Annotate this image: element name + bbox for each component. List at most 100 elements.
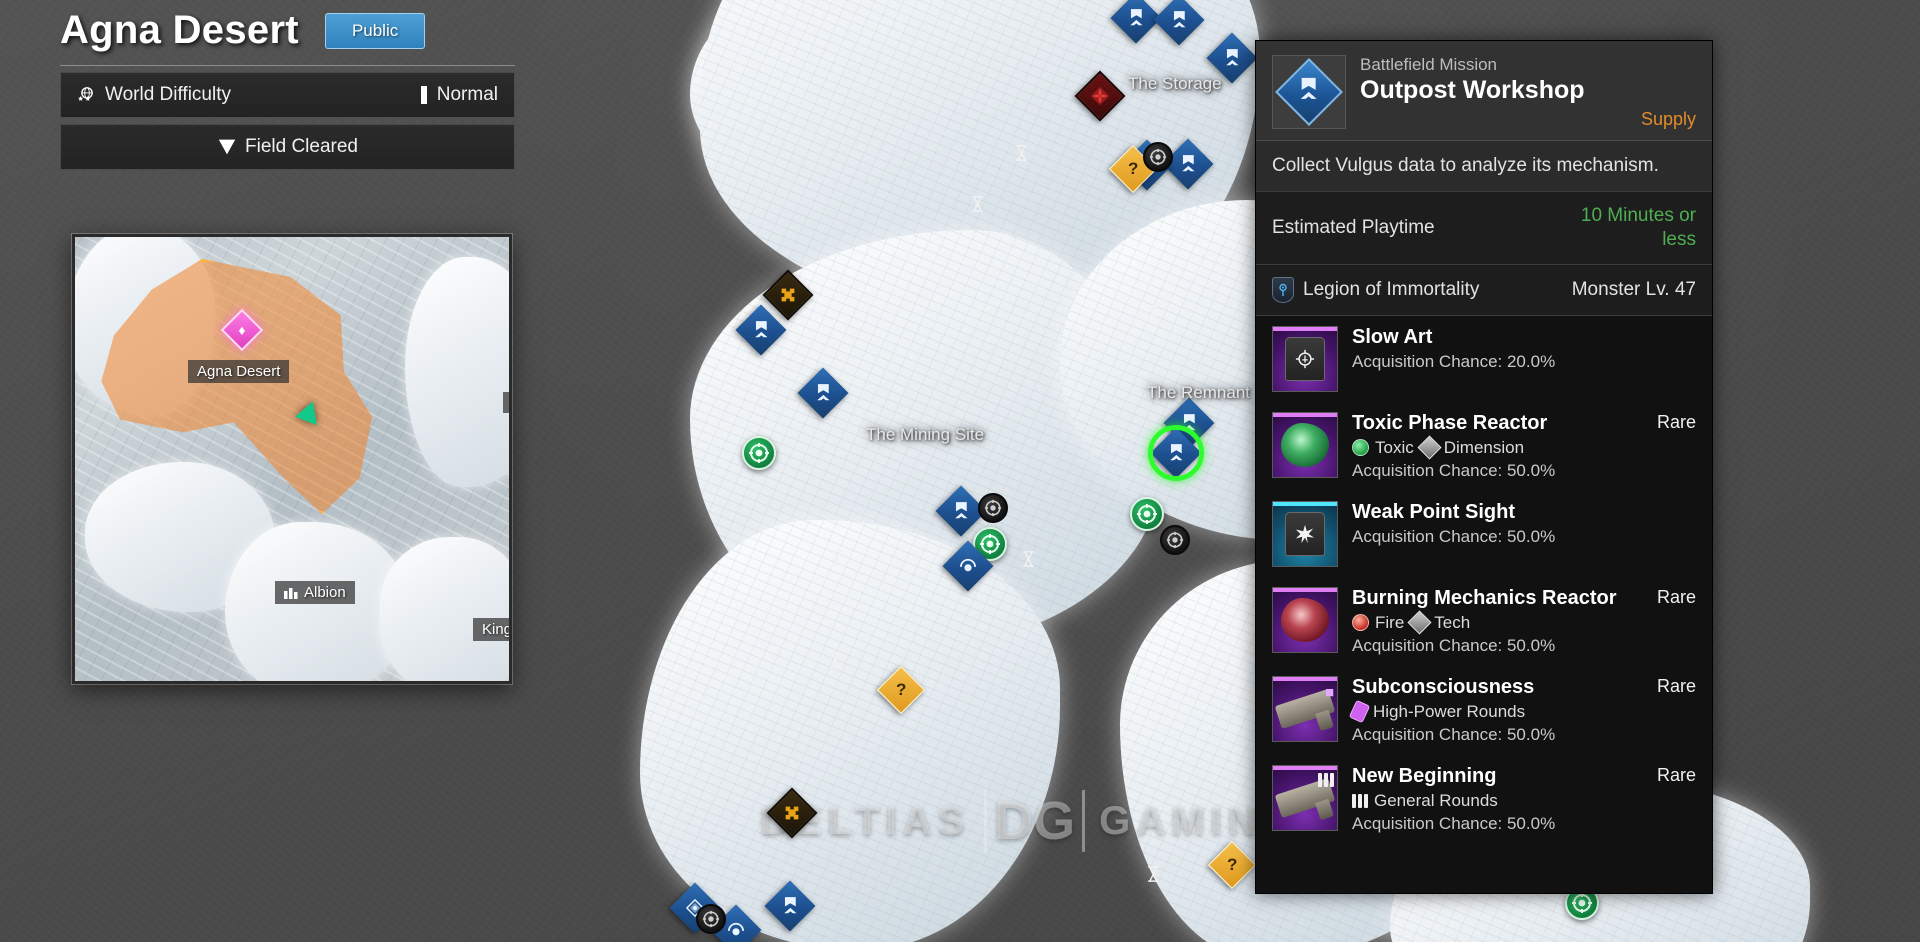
mission-panel-header: Battlefield Mission Outpost Workshop Sup… xyxy=(1256,41,1712,140)
marker-shape xyxy=(797,367,849,419)
reward-item[interactable]: Burning Mechanics Reactor Rare Fire Tech … xyxy=(1256,577,1712,666)
marker-shape xyxy=(696,904,726,934)
rarity-rail xyxy=(1273,587,1337,592)
battlefield-mission-marker[interactable] xyxy=(797,367,849,419)
reward-item-name: Subconsciousness xyxy=(1352,675,1535,698)
reward-item-name: Toxic Phase Reactor xyxy=(1352,411,1548,434)
reward-item-icon xyxy=(1272,500,1338,567)
high-power-rounds-icon xyxy=(1348,699,1371,724)
reward-item-chance: Acquisition Chance: 50.0% xyxy=(1352,460,1556,480)
battlefield-mission-marker[interactable] xyxy=(935,485,987,537)
gold-encounter-marker[interactable] xyxy=(762,269,814,321)
reward-item-chance: Acquisition Chance: 20.0% xyxy=(1352,351,1556,371)
public-toggle-button[interactable]: Public xyxy=(324,12,426,49)
rarity-rail xyxy=(1273,676,1337,681)
mission-header-text: Battlefield Mission Outpost Workshop Sup… xyxy=(1360,55,1696,130)
scanner-node-marker[interactable] xyxy=(1143,142,1173,172)
resource-node-marker[interactable] xyxy=(742,436,776,470)
tech-type-icon xyxy=(1407,610,1432,635)
unknown-marker[interactable]: ? xyxy=(1207,840,1257,890)
marker-shape xyxy=(742,436,776,470)
battlefield-mission-marker[interactable] xyxy=(1153,0,1205,46)
shield-signal-icon xyxy=(1272,276,1294,303)
item-tag: Tech xyxy=(1407,610,1471,635)
reward-item[interactable]: New Beginning Rare General Rounds Acquis… xyxy=(1256,755,1712,844)
mission-title: Outpost Workshop xyxy=(1360,76,1585,104)
gateway-icon xyxy=(1145,305,1160,325)
reward-item[interactable]: ■ Subconsciousness Rare High-Power Round… xyxy=(1256,666,1712,755)
minimap-albion-label-text: Albion xyxy=(304,584,346,601)
mission-detail-panel: Battlefield Mission Outpost Workshop Sup… xyxy=(1255,40,1713,894)
landmass-region xyxy=(640,520,1060,942)
reward-item-icon xyxy=(1272,411,1338,478)
scanner-node-marker[interactable] xyxy=(696,904,726,934)
item-tag-label: Tech xyxy=(1434,612,1471,632)
reward-item-body: Weak Point Sight Acquisition Chance: 50.… xyxy=(1352,501,1696,547)
world-difficulty-value-group: Normal xyxy=(420,84,498,106)
sonar-marker[interactable] xyxy=(942,540,994,592)
scanner-node-marker[interactable] xyxy=(978,493,1008,523)
reward-item-tags: General Rounds xyxy=(1352,791,1696,811)
battlefield-mission-marker[interactable] xyxy=(764,880,816,932)
item-tag: Dimension xyxy=(1417,435,1524,460)
reward-item-name: Slow Art xyxy=(1352,325,1433,348)
resource-node-marker[interactable] xyxy=(1130,497,1164,531)
item-tag-label: General Rounds xyxy=(1374,790,1498,810)
marker-shape xyxy=(1143,142,1173,172)
reward-item[interactable]: Toxic Phase Reactor Rare Toxic Dimension … xyxy=(1256,402,1712,491)
marker-shape xyxy=(1160,525,1190,555)
reward-item-chance: Acquisition Chance: 50.0% xyxy=(1352,724,1556,744)
battlefield-mission-icon xyxy=(1275,58,1343,126)
battlefield-mission-marker[interactable] xyxy=(1148,425,1204,481)
map-region-label: The Remnant xyxy=(1147,383,1250,402)
fire-element-icon xyxy=(1352,614,1369,631)
minimap-kingston-label-text: Kingst xyxy=(482,621,512,638)
gateway-icon xyxy=(1180,210,1195,230)
toxic-element-icon xyxy=(1352,439,1369,456)
reward-list[interactable]: Slow Art Acquisition Chance: 20.0% Toxic… xyxy=(1256,314,1712,894)
faction-name: Legion of Immortality xyxy=(1303,278,1480,300)
item-tag: Toxic xyxy=(1352,438,1414,458)
battlefield-mission-marker[interactable] xyxy=(1206,32,1258,84)
estimated-playtime-row: Estimated Playtime 10 Minutes or less xyxy=(1256,191,1712,264)
minimap-zone-label-text: Agna Desert xyxy=(197,363,281,380)
reward-item-icon: ■ xyxy=(1272,675,1338,742)
minimap-albion-label: Albion xyxy=(275,581,355,604)
unknown-marker[interactable]: ? xyxy=(876,665,926,715)
gold-encounter-marker[interactable] xyxy=(766,787,818,839)
monster-level: Monster Lv. 47 xyxy=(1571,278,1696,300)
reward-item-body: New Beginning Rare General Rounds Acquis… xyxy=(1352,765,1696,834)
gateway-icon xyxy=(1014,145,1029,165)
battlefield-mission-marker[interactable] xyxy=(1110,0,1162,44)
reward-item[interactable]: Slow Art Acquisition Chance: 20.0% xyxy=(1256,316,1712,402)
check-icon xyxy=(218,139,236,155)
item-tag-label: Fire xyxy=(1375,612,1405,632)
bookmark-icon xyxy=(1301,77,1317,99)
reward-item-chance: Acquisition Chance: 50.0% xyxy=(1352,635,1556,655)
reward-item-rarity: Rare xyxy=(1656,411,1696,432)
reward-item-body: Slow Art Acquisition Chance: 20.0% xyxy=(1352,326,1696,372)
field-cleared-row[interactable]: Field Cleared xyxy=(60,124,515,170)
vulgus-stronghold-marker[interactable] xyxy=(1074,70,1126,122)
reward-item-icon xyxy=(1272,325,1338,392)
gateway-icon xyxy=(828,652,843,672)
field-cleared-label: Field Cleared xyxy=(245,136,358,157)
marker-shape xyxy=(764,880,816,932)
scanner-node-marker[interactable] xyxy=(1160,525,1190,555)
reactor-art xyxy=(1281,422,1329,467)
battlefield-mission-marker[interactable] xyxy=(735,304,787,356)
reward-item-body: Burning Mechanics Reactor Rare Fire Tech … xyxy=(1352,587,1696,656)
minimap-snow-region xyxy=(380,537,509,681)
region-minimap[interactable]: ♦ Agna Desert Albion Kingst S xyxy=(72,234,512,684)
battlefield-mission-marker[interactable] xyxy=(1162,138,1214,190)
world-difficulty-label: World Difficulty xyxy=(105,84,231,105)
marker-shape xyxy=(1074,70,1126,122)
page-title: Agna Desert xyxy=(60,8,299,52)
rarity-rail xyxy=(1273,501,1337,506)
world-difficulty-row[interactable]: World Difficulty Normal xyxy=(60,72,515,118)
signal-glyph xyxy=(1279,283,1287,296)
dimension-type-icon xyxy=(1417,435,1442,460)
field-cleared-group: Field Cleared xyxy=(217,136,358,158)
reward-item[interactable]: Weak Point Sight Acquisition Chance: 50.… xyxy=(1256,491,1712,577)
mission-supply-tag: Supply xyxy=(1640,109,1696,129)
